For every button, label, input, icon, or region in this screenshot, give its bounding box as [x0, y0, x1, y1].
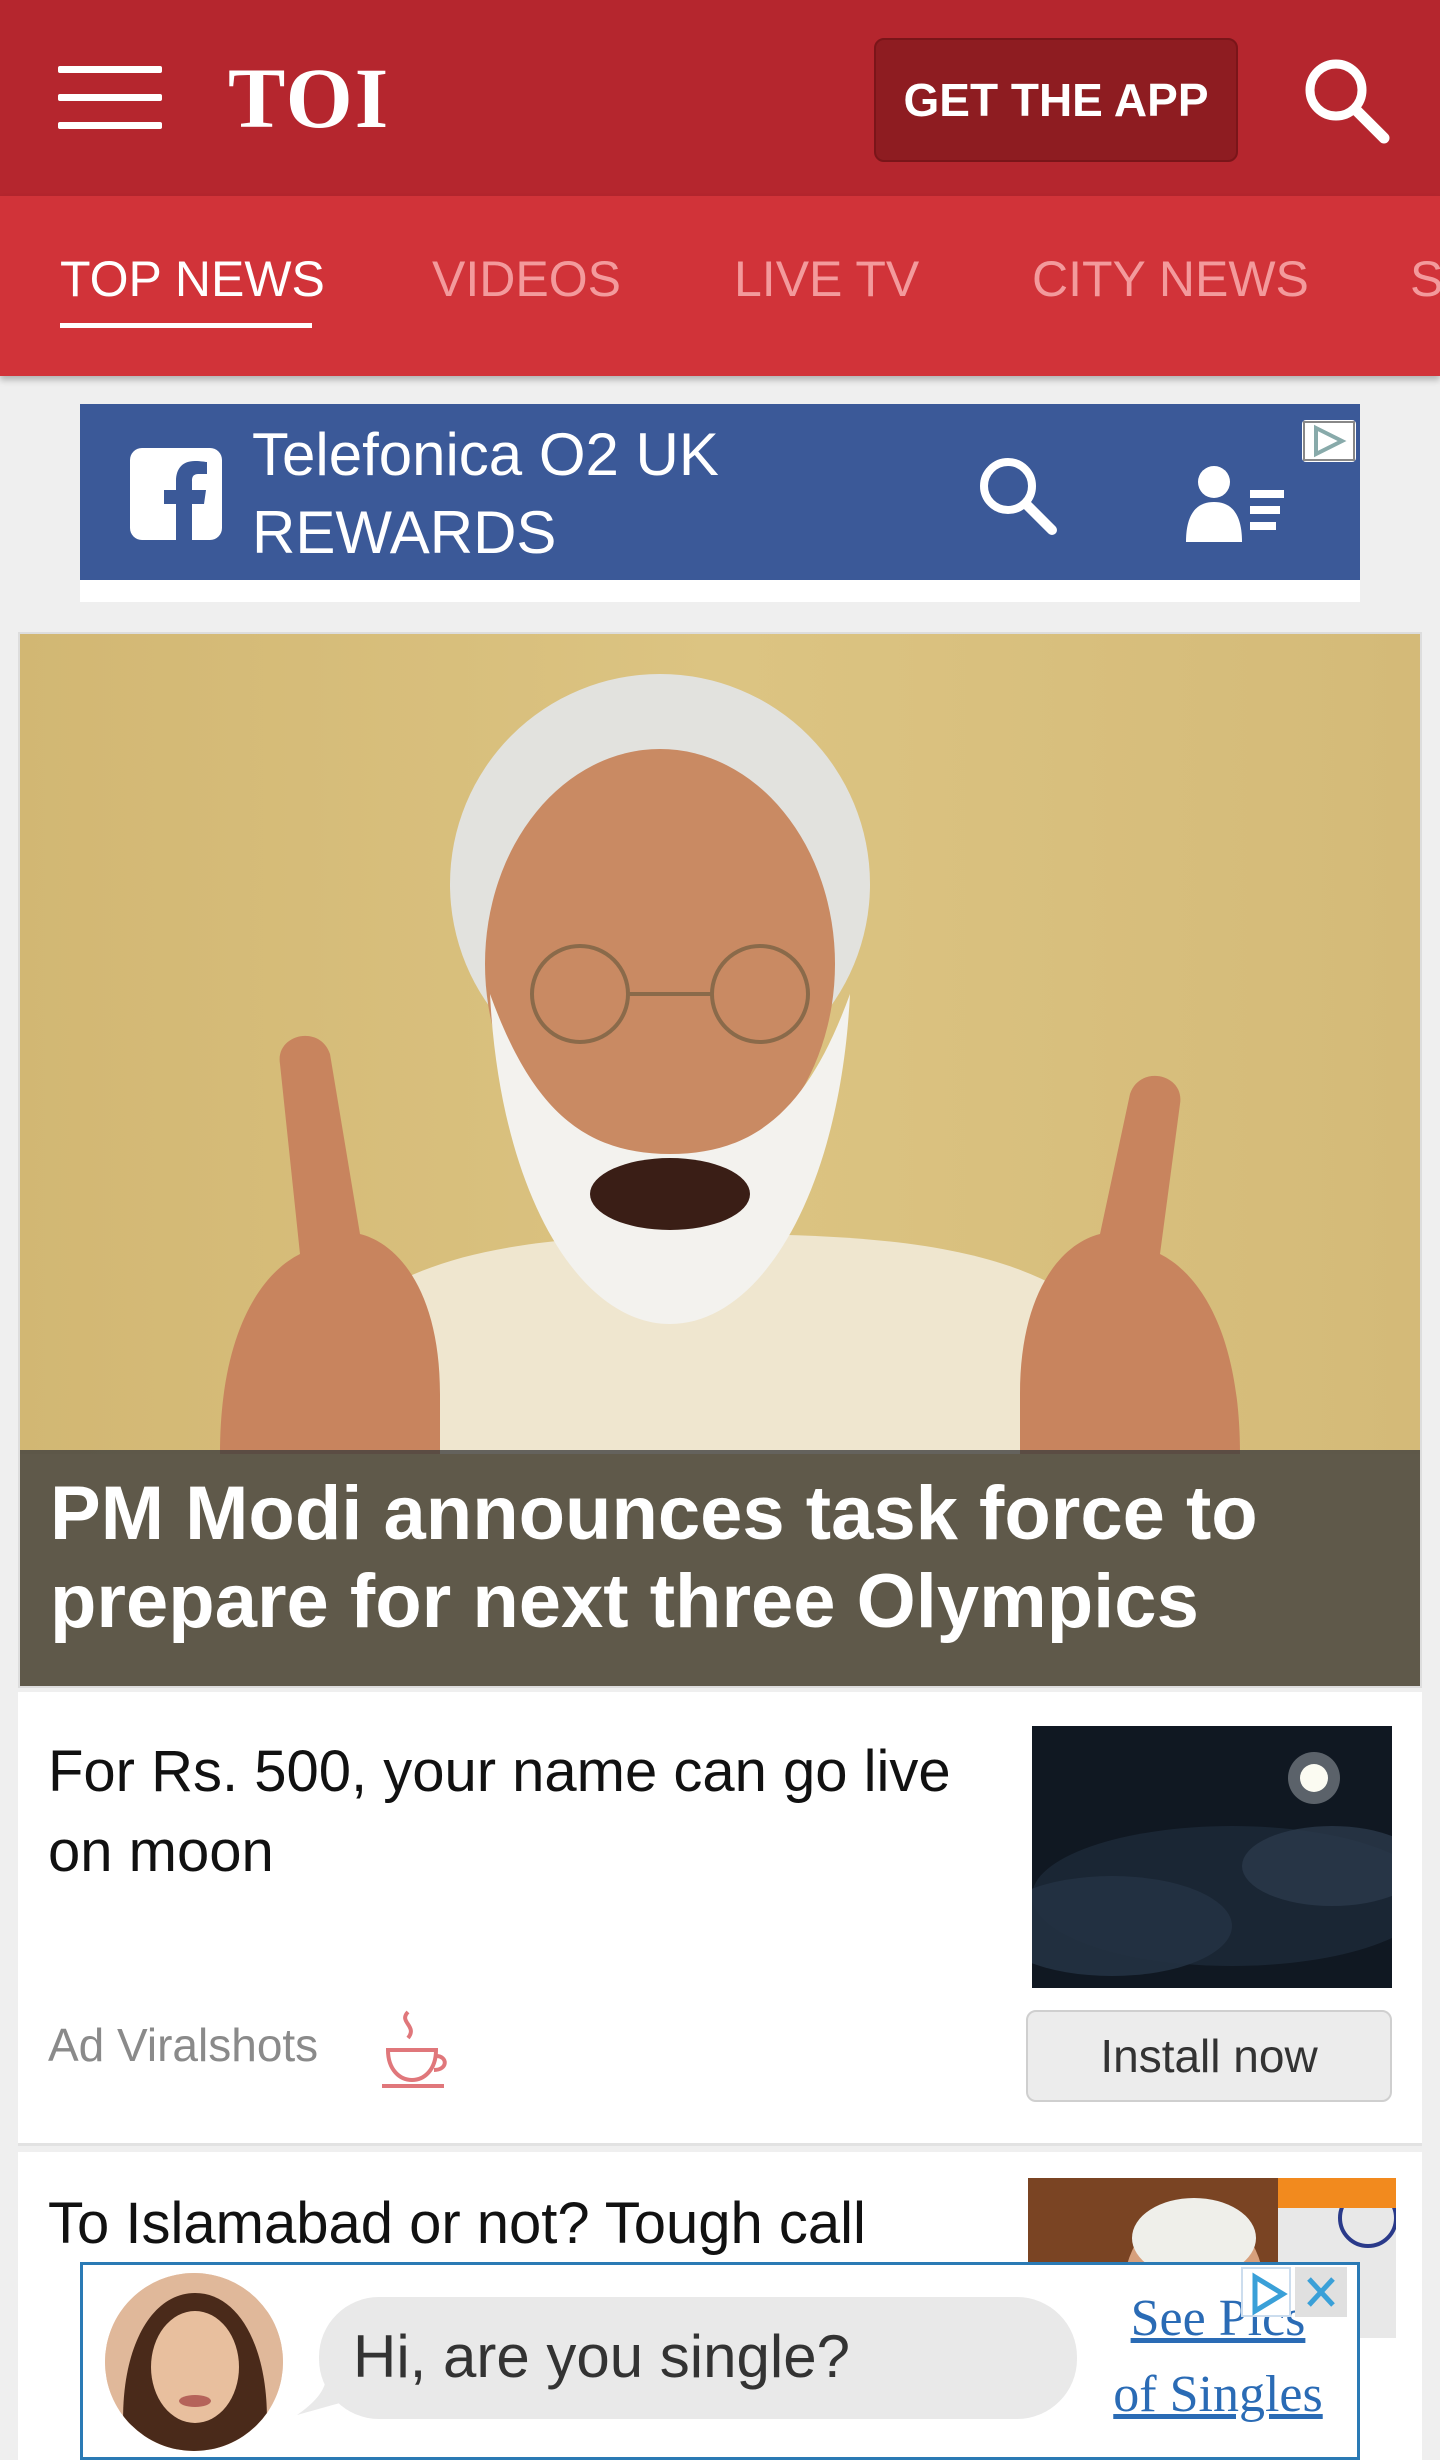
user-list-icon[interactable]	[1184, 462, 1294, 542]
app-root: TOI GET THE APP TOP NEWS VIDEOS LIVE TV …	[0, 0, 1440, 2460]
hamburger-menu-icon[interactable]	[58, 66, 162, 132]
facebook-logo-icon	[130, 448, 222, 540]
item-headline[interactable]: To Islamabad or not? Tough call	[48, 2184, 1008, 2264]
ad-title: Telefonica O2 UK REWARDS	[252, 416, 719, 572]
top-story-card[interactable]: PM Modi announces task force to prepare …	[18, 632, 1422, 1688]
tab-city-news[interactable]: CITY NEWS	[1032, 250, 1309, 308]
ad-title-line-2: REWARDS	[252, 499, 557, 566]
search-icon[interactable]	[972, 450, 1062, 540]
top-story-photo	[20, 634, 1420, 1454]
ad-avatar	[105, 2273, 283, 2451]
facebook-ad-bar: Telefonica O2 UK REWARDS	[80, 404, 1360, 580]
top-story-headline[interactable]: PM Modi announces task force to prepare …	[50, 1470, 1390, 1646]
site-logo[interactable]: TOI	[228, 50, 390, 146]
top-header: TOI GET THE APP	[0, 0, 1440, 196]
sponsor-label: Ad Viralshots	[48, 2019, 319, 2071]
tab-top-news[interactable]: TOP NEWS	[60, 250, 325, 308]
facebook-banner-ad[interactable]: Telefonica O2 UK REWARDS	[80, 404, 1360, 602]
close-icon[interactable]	[1295, 2267, 1347, 2317]
get-the-app-button[interactable]: GET THE APP	[874, 38, 1238, 162]
bottom-sticky-ad[interactable]: Hi, are you single? See Pics of Singles	[80, 2262, 1360, 2460]
chat-bubble-text: Hi, are you single?	[353, 2323, 850, 2390]
tab-videos[interactable]: VIDEOS	[432, 250, 621, 308]
tab-more[interactable]: S	[1410, 250, 1440, 308]
tab-live-tv[interactable]: LIVE TV	[734, 250, 919, 308]
moon-night-image	[1032, 1726, 1392, 1988]
install-now-button[interactable]: Install now	[1026, 2010, 1392, 2102]
adchoices-icon[interactable]	[1241, 2267, 1291, 2317]
adchoices-icon[interactable]	[1302, 420, 1356, 462]
search-icon[interactable]	[1296, 50, 1396, 150]
section-tabs: TOP NEWS VIDEOS LIVE TV CITY NEWS S	[0, 196, 1440, 376]
item-headline[interactable]: For Rs. 500, your name can go live on mo…	[48, 1732, 1008, 1892]
see-pics-line-2[interactable]: of Singles	[1093, 2357, 1343, 2433]
active-tab-indicator	[60, 323, 312, 328]
top-story-caption: PM Modi announces task force to prepare …	[20, 1450, 1420, 1686]
sponsored-news-item[interactable]: For Rs. 500, your name can go live on mo…	[18, 1692, 1422, 2146]
viralshots-cup-icon	[378, 2008, 450, 2092]
ad-title-line-1: Telefonica O2 UK	[252, 421, 719, 488]
